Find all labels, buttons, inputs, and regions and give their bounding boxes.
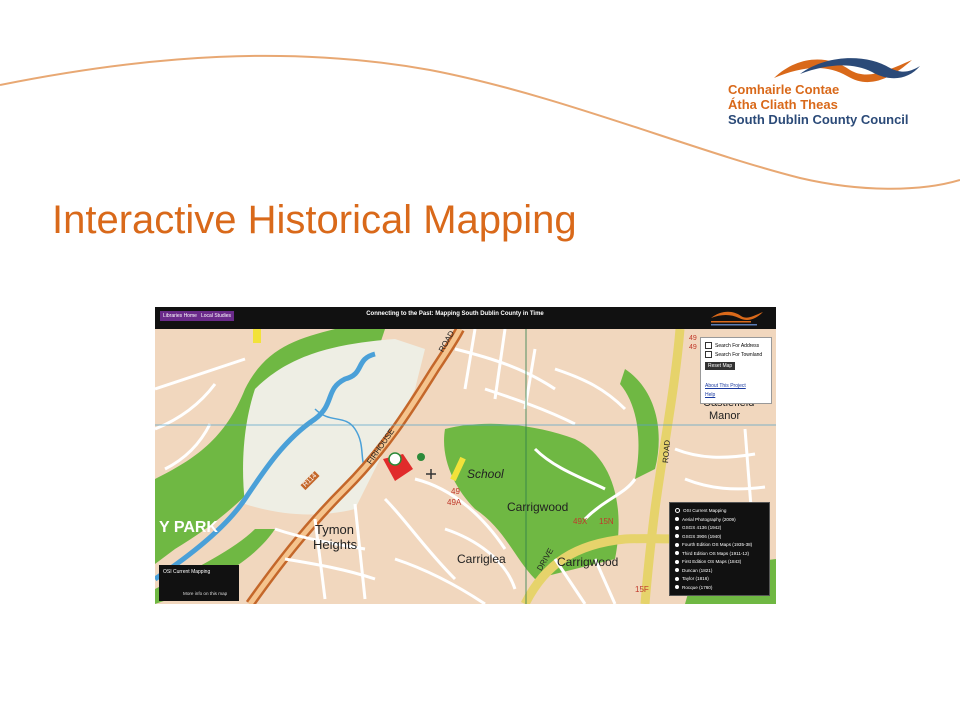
label-school: School bbox=[467, 467, 504, 481]
label-tymon: Tymon bbox=[315, 522, 355, 537]
more-info-link[interactable]: More info on this map bbox=[183, 591, 227, 596]
search-address-option[interactable]: Search For Address bbox=[705, 342, 759, 350]
app-header: Libraries Home Local Studies Connecting … bbox=[155, 307, 776, 329]
about-project-link[interactable]: About This Project bbox=[705, 383, 746, 389]
reset-map-button[interactable]: Reset Map bbox=[705, 362, 736, 370]
radio-selected-icon[interactable] bbox=[675, 508, 680, 514]
label-manor: Manor bbox=[709, 410, 741, 422]
label-carrigwood-1: Carrigwood bbox=[507, 500, 569, 514]
layer-option-taylor[interactable]: Taylor (1816) bbox=[675, 575, 709, 583]
search-townland-label: Search For Townland bbox=[715, 352, 763, 358]
search-address-label: Search For Address bbox=[715, 343, 760, 349]
checkbox-icon[interactable] bbox=[705, 351, 712, 359]
label-carriglea: Carriglea bbox=[457, 552, 506, 566]
green-marker-icon bbox=[417, 453, 425, 461]
label-carrigwood-2: Carrigwood bbox=[557, 555, 619, 569]
logo-wave-icon bbox=[774, 58, 920, 83]
school-marker-icon bbox=[388, 452, 402, 466]
layer-option-rocque[interactable]: Rocque (1760) bbox=[675, 584, 712, 592]
logo-line-2: Átha Cliath Theas bbox=[728, 97, 838, 112]
label-bus-49-north: 49 bbox=[689, 335, 697, 342]
nav-libraries-home[interactable]: Libraries Home bbox=[160, 311, 200, 321]
search-panel: Search For Address Search For Townland R… bbox=[700, 337, 772, 404]
label-bus-49: 49 bbox=[451, 487, 460, 496]
search-townland-option[interactable]: Search For Townland bbox=[705, 351, 762, 359]
logo-text: Comhairle Contae Átha Cliath Theas South… bbox=[728, 82, 909, 127]
slide: Comhairle Contae Átha Cliath Theas South… bbox=[0, 0, 960, 720]
layer-option-osi-current[interactable]: OSI Current Mapping bbox=[675, 507, 726, 515]
radio-icon[interactable] bbox=[675, 585, 679, 590]
radio-icon[interactable] bbox=[675, 517, 679, 522]
help-link[interactable]: Help bbox=[705, 392, 715, 398]
building-yellow-2 bbox=[253, 329, 261, 343]
label-bus-15f: 15F bbox=[635, 585, 649, 594]
mapping-app-screenshot: Libraries Home Local Studies Connecting … bbox=[155, 307, 776, 604]
mini-council-logo-icon bbox=[711, 311, 763, 326]
radio-icon[interactable] bbox=[675, 534, 679, 539]
layer-selector: OSI Current Mapping Aerial Photography (… bbox=[669, 502, 770, 596]
checkbox-icon[interactable] bbox=[705, 342, 712, 350]
layer-option-third-edition[interactable]: Third Edition OS Maps (1911-12) bbox=[675, 550, 749, 558]
radio-icon[interactable] bbox=[675, 551, 679, 556]
radio-icon[interactable] bbox=[675, 568, 679, 573]
label-bus-49x: 49X bbox=[573, 517, 588, 526]
layer-option-fourth-edition[interactable]: Fourth Edition OS Maps (1935-38) bbox=[675, 541, 752, 549]
radio-icon[interactable] bbox=[675, 559, 679, 564]
map-info-box: OSI Current Mapping More info on this ma… bbox=[159, 565, 239, 601]
label-park: Y PARK bbox=[159, 519, 218, 536]
label-bus-49-north-2: 49 bbox=[689, 344, 697, 351]
radio-icon[interactable] bbox=[675, 525, 679, 530]
council-logo: Comhairle Contae Átha Cliath Theas South… bbox=[728, 52, 928, 132]
layer-option-duncan[interactable]: Duncan (1821) bbox=[675, 567, 712, 575]
radio-icon[interactable] bbox=[675, 576, 679, 581]
app-title: Connecting to the Past: Mapping South Du… bbox=[366, 311, 544, 317]
info-box-title: OSI Current Mapping bbox=[163, 569, 211, 575]
label-bus-49a: 49A bbox=[447, 498, 462, 507]
nav-local-studies[interactable]: Local Studies bbox=[198, 311, 235, 321]
label-heights: Heights bbox=[313, 537, 358, 552]
logo-line-1: Comhairle Contae bbox=[728, 82, 840, 97]
label-bus-15n: 15N bbox=[599, 517, 614, 526]
layer-option-gsgs-4136[interactable]: GSGS 4136 (1942) bbox=[675, 524, 721, 532]
layer-option-gsgs-3906[interactable]: GSGS 3906 (1940) bbox=[675, 533, 721, 541]
layer-option-first-edition[interactable]: First Edition OS Maps (1843) bbox=[675, 558, 741, 566]
slide-title: Interactive Historical Mapping bbox=[52, 198, 577, 242]
radio-icon[interactable] bbox=[675, 542, 679, 547]
logo-line-3: South Dublin County Council bbox=[728, 112, 909, 127]
layer-option-aerial-2009[interactable]: Aerial Photography (2009) bbox=[675, 516, 736, 524]
